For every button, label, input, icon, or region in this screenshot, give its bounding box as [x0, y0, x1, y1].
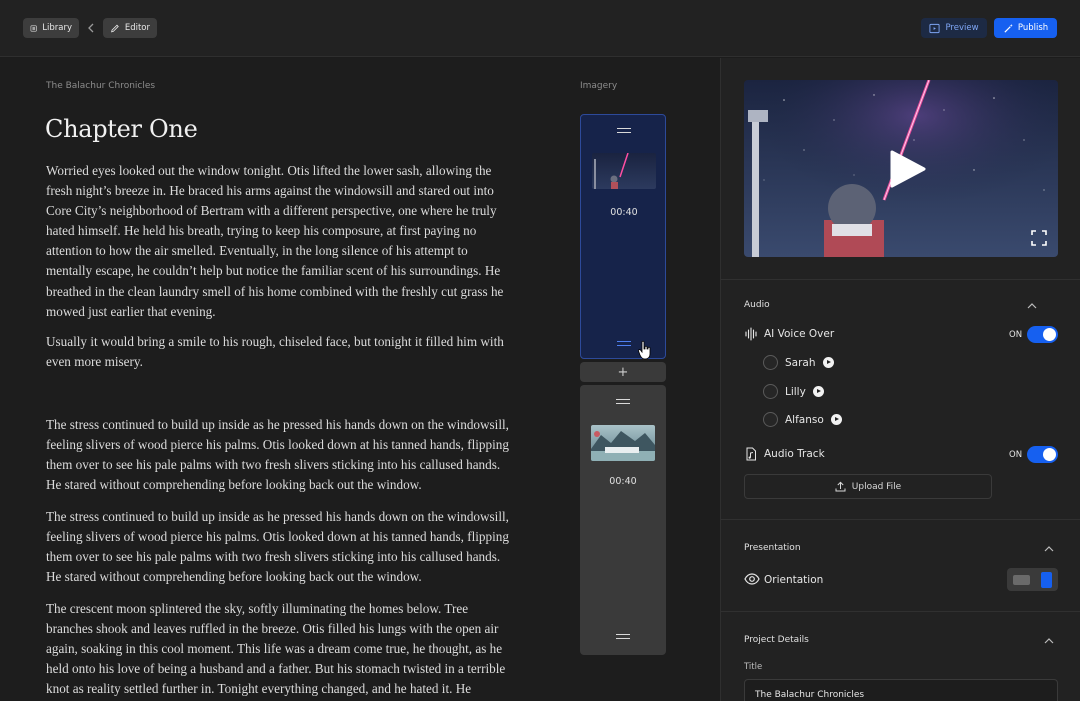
paragraph[interactable]: Worried eyes looked out the window tonig…	[46, 161, 516, 322]
voice-option-sarah[interactable]: Sarah	[763, 355, 834, 370]
book-title: The Balachur Chronicles	[46, 81, 156, 91]
scene-duration: 00:40	[609, 476, 637, 487]
video-preview[interactable]	[744, 80, 1058, 257]
library-label: Library	[42, 23, 72, 33]
audio-track-toggle[interactable]	[1027, 446, 1058, 463]
editor-area: The Balachur Chronicles Imagery Chapter …	[0, 58, 720, 701]
audio-section-title: Audio	[744, 300, 770, 310]
play-sample-icon[interactable]	[830, 414, 842, 425]
paragraph[interactable]: The stress continued to build up inside …	[46, 415, 516, 495]
fullscreen-icon[interactable]	[1031, 230, 1047, 246]
upload-label: Upload File	[851, 481, 902, 492]
paragraph[interactable]: The crescent moon splintered the sky, so…	[46, 599, 516, 699]
imagery-label: Imagery	[580, 81, 618, 91]
presentation-section-title: Presentation	[744, 543, 801, 553]
radio-button[interactable]	[763, 355, 778, 370]
audio-file-icon	[746, 447, 756, 461]
scene-card-selected[interactable]: 00:40	[580, 114, 666, 359]
play-icon[interactable]	[886, 149, 926, 189]
voice-name: Sarah	[785, 356, 816, 369]
scene-duration: 00:40	[610, 207, 638, 218]
scene-card[interactable]: 00:40	[580, 385, 666, 655]
chevron-up-icon[interactable]	[1027, 302, 1037, 310]
voice-option-alfanso[interactable]: Alfanso	[763, 412, 842, 427]
magic-wand-icon	[1004, 23, 1013, 33]
top-bar: Library Editor Preview Publish	[0, 0, 1080, 57]
radio-button[interactable]	[763, 384, 778, 399]
audio-track-label: Audio Track	[764, 448, 825, 460]
voice-name: Lilly	[785, 385, 806, 398]
divider	[721, 279, 1080, 280]
editor-button[interactable]: Editor	[103, 18, 157, 38]
orientation-switch[interactable]	[1007, 568, 1058, 591]
paragraph[interactable]: Usually it would bring a smile to his ro…	[46, 332, 516, 372]
toggle-knob	[1043, 448, 1056, 461]
preview-button[interactable]: Preview	[921, 18, 987, 38]
library-button[interactable]: Library	[23, 18, 79, 38]
play-sample-icon[interactable]	[822, 357, 834, 368]
ai-voice-over-label: AI Voice Over	[764, 328, 835, 340]
portrait-option[interactable]	[1041, 572, 1052, 588]
voice-option-lilly[interactable]: Lilly	[763, 384, 824, 399]
title-field-label: Title	[744, 662, 763, 672]
ai-voice-toggle[interactable]	[1027, 326, 1058, 343]
drag-handle-icon[interactable]	[617, 128, 631, 133]
chevron-left-icon[interactable]	[86, 21, 96, 35]
audio-track-state: ON	[1009, 450, 1023, 460]
upload-icon	[835, 481, 846, 492]
paragraph[interactable]: The stress continued to build up inside …	[46, 507, 516, 587]
orientation-label: Orientation	[764, 574, 824, 586]
drag-handle-icon[interactable]	[616, 399, 630, 404]
title-input[interactable]: The Balachur Chronicles	[744, 679, 1058, 701]
publish-label: Publish	[1017, 23, 1049, 33]
divider	[721, 611, 1080, 612]
pencil-icon	[111, 24, 119, 32]
play-sample-icon[interactable]	[812, 386, 824, 397]
scene-thumbnail	[591, 425, 655, 461]
plus-icon: +	[617, 364, 629, 380]
landscape-option[interactable]	[1013, 575, 1030, 585]
resize-handle-icon[interactable]	[617, 341, 631, 346]
ai-voice-state: ON	[1009, 330, 1023, 340]
eye-icon	[744, 573, 760, 585]
voice-name: Alfanso	[785, 413, 824, 426]
toggle-knob	[1043, 328, 1056, 341]
divider	[721, 519, 1080, 520]
chevron-up-icon[interactable]	[1044, 545, 1054, 553]
chapter-title[interactable]: Chapter One	[45, 115, 198, 143]
publish-button[interactable]: Publish	[994, 18, 1057, 38]
resize-handle-icon[interactable]	[616, 634, 630, 639]
hand-cursor-icon	[638, 340, 651, 360]
preview-icon	[929, 23, 940, 33]
waveform-icon	[745, 327, 757, 341]
upload-file-button[interactable]: Upload File	[744, 474, 992, 499]
library-icon	[30, 24, 37, 32]
add-scene-button[interactable]: +	[580, 362, 666, 382]
preview-label: Preview	[945, 23, 979, 33]
properties-panel: Audio AI Voice Over ON Sarah Lilly Alfan…	[720, 58, 1080, 701]
editor-label: Editor	[124, 23, 150, 33]
radio-button[interactable]	[763, 412, 778, 427]
scene-thumbnail	[592, 153, 656, 189]
project-details-section-title: Project Details	[744, 635, 809, 645]
chevron-up-icon[interactable]	[1044, 637, 1054, 645]
